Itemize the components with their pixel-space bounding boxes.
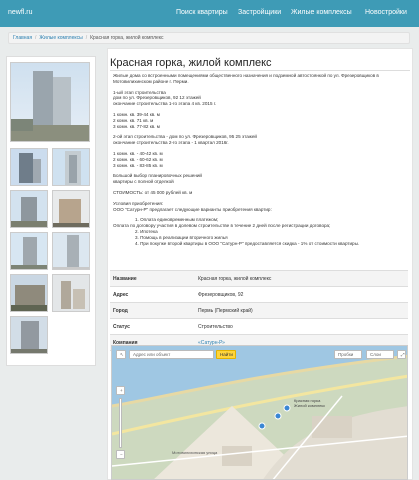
map-find-button[interactable]: Найти <box>216 350 236 359</box>
thumbnail[interactable] <box>10 148 48 186</box>
table-row: Адрес Фрезеровщиков, 92 <box>110 287 408 303</box>
site-logo[interactable]: newfl.ru <box>8 9 33 16</box>
row-key: Статус <box>113 323 130 330</box>
row-key: Название <box>113 275 137 282</box>
map-pointer-button[interactable]: ↖ <box>116 350 126 359</box>
table-row: Статус Строительство <box>110 319 408 335</box>
building-photo-icon <box>11 321 47 353</box>
row-value: Строительство <box>198 323 233 330</box>
building-photo-icon <box>11 197 47 227</box>
thumbnail[interactable] <box>52 190 90 228</box>
main-photo[interactable] <box>10 62 90 142</box>
map-zoom-in-button[interactable]: + <box>116 386 125 395</box>
thumbnail[interactable] <box>52 274 90 312</box>
thumbnail[interactable] <box>52 232 90 270</box>
thumbnail[interactable] <box>10 316 48 354</box>
row-key: Город <box>113 307 128 314</box>
breadcrumb-section[interactable]: Жилые комплексы <box>39 35 82 41</box>
building-photo-icon <box>11 285 47 311</box>
building-photo-icon <box>11 237 47 269</box>
breadcrumb-home[interactable]: Главная <box>13 35 32 41</box>
info-table: Название Красная горка, жилой комплекс Ад… <box>110 270 408 351</box>
building-photo-icon <box>11 71 89 141</box>
nav-developers[interactable]: Застройщики <box>238 9 281 16</box>
breadcrumb-current: Красная горка, жилой комплекс <box>90 35 164 41</box>
thumbnail[interactable] <box>10 190 48 228</box>
building-photo-icon <box>53 235 89 269</box>
table-row: Город Пермь (Пермский край) <box>110 303 408 319</box>
map-label: Жилой комплекс <box>294 403 326 408</box>
thumbnail[interactable] <box>10 274 48 312</box>
map-street-label: Мотовилихинская улица <box>172 450 218 455</box>
top-navbar: newfl.ru Поиск квартиры Застройщики Жилы… <box>0 0 419 27</box>
map-canvas[interactable] <box>112 346 408 480</box>
desc-intro: Жилые дома со встроенными помещениями об… <box>113 73 379 84</box>
row-value: Фрезеровщиков, 92 <box>198 291 244 298</box>
map-search-input[interactable]: Адрес или объект <box>129 350 214 359</box>
map-layers-button[interactable]: Слои <box>366 350 394 359</box>
building-photo-icon <box>61 281 85 309</box>
map-fullscreen-button[interactable]: ⤢ <box>397 350 406 359</box>
row-key: Адрес <box>113 291 129 298</box>
row-value: Пермь (Пермский край) <box>198 307 253 314</box>
building-photo-icon <box>65 151 81 185</box>
map-traffic-button[interactable]: Пробки <box>334 350 362 359</box>
thumbnail[interactable] <box>10 232 48 270</box>
map-zoom-slider[interactable] <box>119 398 122 448</box>
map-widget[interactable]: ↖ Адрес или объект Найти Пробки Слои ⤢ +… <box>111 345 408 480</box>
breadcrumb-separator: / <box>35 35 37 41</box>
building-photo-icon <box>19 153 41 183</box>
building-photo-icon <box>53 199 89 227</box>
nav-complexes[interactable]: Жилые комплексы <box>291 9 352 16</box>
thumbnail[interactable] <box>52 148 90 186</box>
table-row: Название Красная горка, жилой комплекс <box>110 271 408 287</box>
row-value: Красная горка, жилой комплекс <box>198 275 272 282</box>
breadcrumb-separator: / <box>85 35 88 41</box>
desc-list-item: 4. При покупке второй квартиры в ООО "Са… <box>135 240 360 246</box>
breadcrumb: Главная / Жилые комплексы / Красная горка, ж… <box>8 32 410 44</box>
description: Жилые дома со встроенными помещениями об… <box>113 73 409 246</box>
map-zoom-out-button[interactable]: − <box>116 450 125 459</box>
nav-search-apartment[interactable]: Поиск квартиры <box>176 9 228 16</box>
page-title: Красная горка, жилой комплекс <box>110 57 272 69</box>
divider <box>110 70 410 71</box>
nav-new-buildings[interactable]: Новостройки <box>365 9 407 16</box>
